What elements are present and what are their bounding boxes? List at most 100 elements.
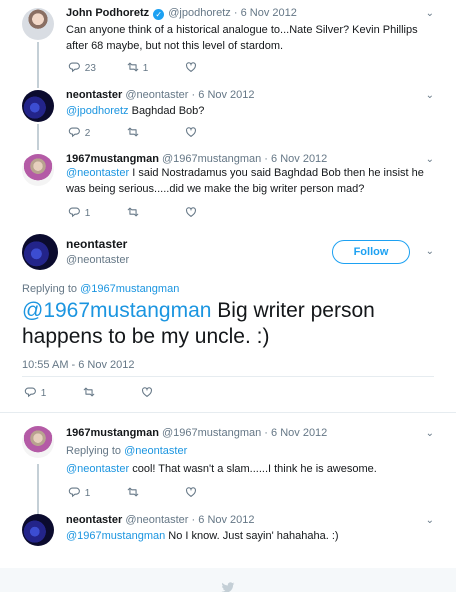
replying-to-label: Replying to: [66, 445, 125, 457]
retweet-button[interactable]: [126, 205, 140, 219]
reply-button[interactable]: 1: [68, 205, 90, 219]
replying-to: Replying to @1967mustangman: [22, 283, 179, 295]
reply-count: 1: [84, 488, 91, 499]
retweet-button[interactable]: [126, 485, 140, 499]
retweet-icon: [83, 387, 95, 397]
reply-icon: [68, 487, 80, 497]
tweet-header: 1967mustangman @1967mustangman · 6 Nov 2…: [66, 153, 327, 165]
mention-link[interactable]: @jpodhoretz: [66, 105, 129, 117]
reply-count: 1: [84, 208, 91, 219]
tweet-header: John Podhoretz ✓ @jpodhoretz · 6 Nov 201…: [66, 7, 297, 20]
replying-to-link[interactable]: @1967mustangman: [80, 283, 179, 295]
reply-count: 23: [84, 63, 96, 74]
reply-button[interactable]: 1: [24, 385, 46, 399]
divider: [0, 412, 456, 413]
author-name[interactable]: 1967mustangman: [66, 427, 159, 439]
tweet-2[interactable]: neontaster @neontaster · 6 Nov 2012 ⌄ @j…: [0, 84, 456, 150]
tweet-header: neontaster @neontaster · 6 Nov 2012: [66, 89, 255, 101]
reply-icon: [68, 62, 80, 72]
author-name[interactable]: neontaster: [66, 89, 122, 101]
tweet-date[interactable]: 6 Nov 2012: [198, 514, 254, 526]
like-icon: [186, 62, 196, 72]
retweet-button[interactable]: [126, 125, 140, 139]
tweet-header: 1967mustangman @1967mustangman · 6 Nov 2…: [66, 427, 327, 439]
reply-button[interactable]: 23: [68, 60, 96, 74]
like-button[interactable]: [184, 485, 198, 499]
tweet-date[interactable]: 6 Nov 2012: [241, 7, 297, 19]
author-handle[interactable]: @1967mustangman: [162, 427, 261, 439]
author-name[interactable]: neontaster: [66, 514, 122, 526]
retweet-icon: [127, 487, 139, 497]
tweet-header: neontaster @neontaster · 6 Nov 2012: [66, 514, 255, 526]
reply-icon: [24, 387, 36, 397]
like-button[interactable]: [184, 125, 198, 139]
like-button[interactable]: [184, 60, 198, 74]
tweet-text: @1967mustangman No I know. Just sayin' h…: [66, 528, 426, 544]
tweet-text-body: No I know. Just sayin' hahahaha. :): [165, 530, 339, 542]
tweet-date[interactable]: 6 Nov 2012: [271, 427, 327, 439]
author-name[interactable]: neontaster: [66, 237, 129, 251]
author-name-block: neontaster @neontaster: [66, 237, 129, 266]
mention-link[interactable]: @neontaster: [66, 463, 129, 475]
replying-to: Replying to @neontaster: [66, 443, 426, 459]
tweet-text: @1967mustangman Big writer person happen…: [22, 298, 442, 350]
author-handle[interactable]: @neontaster: [125, 514, 188, 526]
chevron-down-icon[interactable]: ⌄: [426, 90, 434, 101]
separator: ·: [264, 153, 268, 165]
like-button[interactable]: [184, 205, 198, 219]
mention-link[interactable]: @1967mustangman: [22, 299, 211, 322]
separator: ·: [191, 514, 196, 526]
tweet-text-body: Baghdad Bob?: [128, 105, 205, 117]
reply-button[interactable]: 2: [68, 125, 90, 139]
separator: ·: [233, 7, 238, 19]
like-button[interactable]: [140, 385, 154, 399]
replying-to-link[interactable]: @neontaster: [124, 445, 187, 457]
follow-button[interactable]: Follow: [332, 240, 410, 264]
tweet-3[interactable]: 1967mustangman @1967mustangman · 6 Nov 2…: [0, 148, 456, 230]
avatar[interactable]: [22, 154, 54, 186]
like-icon: [186, 207, 196, 217]
retweet-button[interactable]: [82, 385, 96, 399]
reply-count: 2: [84, 128, 91, 139]
author-handle[interactable]: @neontaster: [125, 89, 188, 101]
mention-link[interactable]: @neontaster: [66, 167, 129, 179]
tweet-date[interactable]: 6 Nov 2012: [198, 89, 254, 101]
reply-button[interactable]: 1: [68, 485, 90, 499]
reply-tweet-2[interactable]: neontaster @neontaster · 6 Nov 2012 ⌄ @1…: [0, 508, 456, 568]
author-handle[interactable]: @neontaster: [66, 254, 129, 266]
reply-count: 1: [40, 388, 47, 399]
like-icon: [142, 387, 152, 397]
chevron-down-icon[interactable]: ⌄: [426, 246, 434, 257]
tweet-timestamp[interactable]: 10:55 AM - 6 Nov 2012: [22, 359, 135, 371]
reply-tweet-1[interactable]: 1967mustangman @1967mustangman · 6 Nov 2…: [0, 420, 456, 510]
chevron-down-icon[interactable]: ⌄: [426, 154, 434, 165]
tweet-text: @neontaster cool! That wasn't a slam....…: [66, 461, 426, 477]
tweet-1[interactable]: John Podhoretz ✓ @jpodhoretz · 6 Nov 201…: [0, 0, 456, 88]
retweet-button[interactable]: 1: [126, 60, 148, 74]
avatar[interactable]: [22, 426, 54, 458]
divider: [22, 376, 434, 377]
verified-icon: ✓: [153, 9, 165, 20]
chevron-down-icon[interactable]: ⌄: [426, 515, 434, 526]
replying-to-label: Replying to: [22, 283, 81, 295]
avatar[interactable]: [22, 8, 54, 40]
tweet-text: Can anyone think of a historical analogu…: [66, 24, 418, 52]
mention-link[interactable]: @1967mustangman: [66, 530, 165, 542]
chevron-down-icon[interactable]: ⌄: [426, 428, 434, 439]
avatar[interactable]: [22, 514, 54, 546]
avatar[interactable]: [22, 234, 58, 270]
separator: ·: [191, 89, 196, 101]
author-name[interactable]: John Podhoretz: [66, 7, 149, 19]
twitter-bird-icon: [221, 582, 235, 592]
reply-icon: [68, 127, 80, 137]
separator: ·: [264, 427, 268, 439]
like-icon: [186, 487, 196, 497]
retweet-icon: [127, 207, 139, 217]
retweet-count: 1: [142, 63, 149, 74]
avatar[interactable]: [22, 90, 54, 122]
chevron-down-icon[interactable]: ⌄: [426, 8, 434, 19]
author-handle[interactable]: @jpodhoretz: [168, 7, 231, 19]
author-name[interactable]: 1967mustangman: [66, 153, 159, 165]
tweet-date[interactable]: 6 Nov 2012: [271, 153, 327, 165]
author-handle[interactable]: @1967mustangman: [162, 153, 261, 165]
